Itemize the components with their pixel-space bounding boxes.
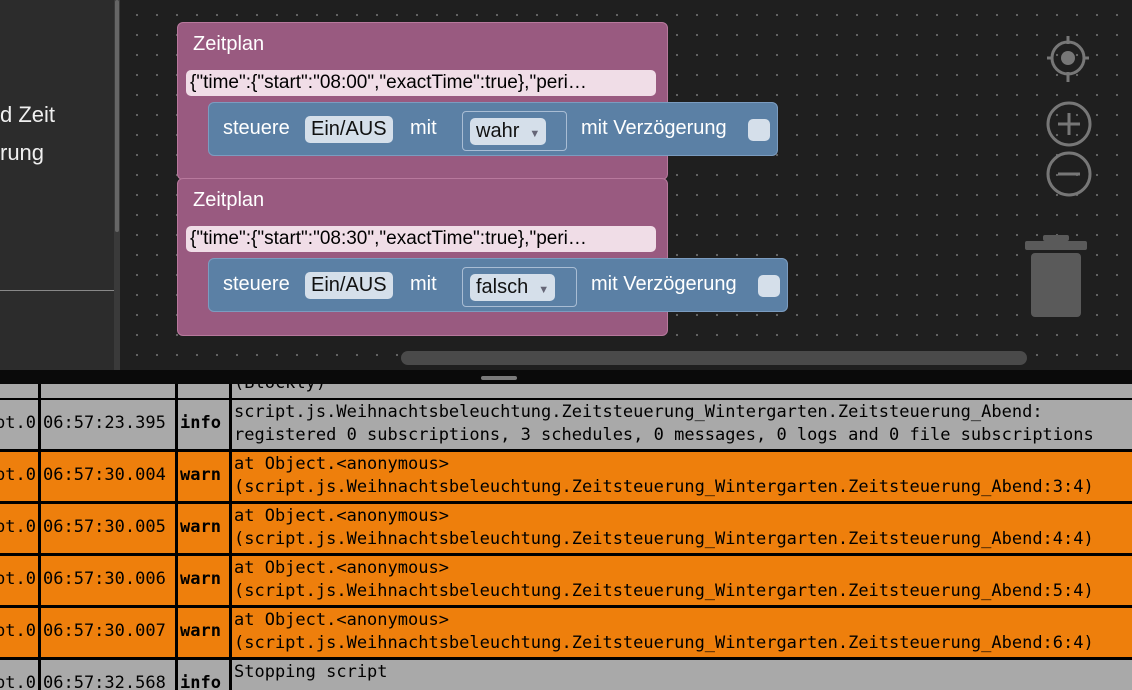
- target-object-field[interactable]: Ein/AUS: [305, 116, 393, 143]
- boolean-dropdown[interactable]: falsch ▼: [470, 274, 556, 301]
- schedule-json-field[interactable]: {"time":{"start":"08:30","exactTime":tru…: [186, 226, 656, 252]
- log-message-line1: at Object.<anonymous>: [234, 610, 449, 630]
- log-table: (Blockly) pt.0 06:57:23.395 info script.…: [0, 384, 1132, 690]
- value-input-slot: wahr ▼: [462, 111, 567, 151]
- workspace-horizontal-scrollbar[interactable]: [401, 351, 1027, 365]
- log-time: 06:57:23.395: [43, 413, 166, 433]
- log-message-line2: registered 0 subscriptions, 3 schedules,…: [234, 425, 1094, 445]
- schedule-block[interactable]: Zeitplan {"time":{"start":"08:00","exact…: [177, 22, 778, 180]
- log-time: 06:57:30.007: [43, 621, 166, 641]
- delay-checkbox[interactable]: [748, 119, 770, 141]
- schedule-json-field[interactable]: {"time":{"start":"08:00","exactTime":tru…: [186, 70, 656, 96]
- panel-resize-handle[interactable]: [0, 370, 1132, 384]
- scrollbar-thumb[interactable]: [115, 0, 119, 232]
- schedule-block[interactable]: Zeitplan {"time":{"start":"08:30","exact…: [177, 178, 788, 336]
- zoom-out-icon[interactable]: [1045, 151, 1093, 204]
- delay-label: mit Verzögerung: [591, 273, 737, 295]
- log-message-line2: (script.js.Weihnachtsbeleuchtung.Zeitste…: [234, 581, 1094, 601]
- script-tree-panel: d Zeit rung: [0, 0, 114, 370]
- control-block[interactable]: steuere Ein/AUS mit wahr ▼ mit Verzögerun…: [208, 102, 778, 156]
- log-severity: info: [180, 413, 221, 433]
- log-message-line2: (script.js.Weihnachtsbeleuchtung.Zeitste…: [234, 633, 1094, 653]
- log-source: pt.0: [0, 465, 36, 485]
- table-row: pt.0 06:57:32.568 info Stopping script: [0, 660, 1132, 690]
- dropdown-arrow-icon: ▼: [538, 284, 550, 296]
- log-time: 06:57:30.006: [43, 569, 166, 589]
- schedule-block-title: Zeitplan: [193, 189, 265, 211]
- table-row: pt.0 06:57:30.007 warn at Object.<anonym…: [0, 608, 1132, 657]
- with-label: mit: [410, 117, 437, 139]
- log-source: pt.0: [0, 517, 36, 537]
- log-message-line2: (script.js.Weihnachtsbeleuchtung.Zeitste…: [234, 477, 1094, 497]
- script-tree-item-text[interactable]: rung: [0, 140, 44, 166]
- boolean-value: falsch: [476, 276, 529, 298]
- log-message-line1: at Object.<anonymous>: [234, 506, 449, 526]
- recenter-icon[interactable]: [1047, 36, 1089, 87]
- blockly-workspace[interactable]: Zeitplan {"time":{"start":"08:00","exact…: [120, 0, 1132, 370]
- log-severity: warn: [180, 621, 221, 641]
- table-row: pt.0 06:57:30.004 warn at Object.<anonym…: [0, 452, 1132, 501]
- table-row: pt.0 06:57:23.395 info script.js.Weihnac…: [0, 400, 1132, 449]
- log-message-line1: at Object.<anonymous>: [234, 558, 449, 578]
- log-message-line1: Stopping script: [234, 662, 388, 682]
- target-object-field[interactable]: Ein/AUS: [305, 272, 393, 299]
- log-severity: warn: [180, 569, 221, 589]
- schedule-block-title: Zeitplan: [193, 33, 265, 55]
- boolean-dropdown[interactable]: wahr ▼: [470, 118, 547, 145]
- log-source: pt.0: [0, 673, 36, 690]
- table-row: pt.0 06:57:30.005 warn at Object.<anonym…: [0, 504, 1132, 553]
- log-time: 06:57:30.004: [43, 465, 166, 485]
- log-source: pt.0: [0, 413, 36, 433]
- table-row: pt.0 06:57:30.006 warn at Object.<anonym…: [0, 556, 1132, 605]
- log-source: pt.0: [0, 621, 36, 641]
- log-source: pt.0: [0, 569, 36, 589]
- log-message-line2: (script.js.Weihnachtsbeleuchtung.Zeitste…: [234, 529, 1094, 549]
- with-label: mit: [410, 273, 437, 295]
- script-tree-item-text[interactable]: d Zeit: [0, 102, 55, 128]
- log-message-line1: at Object.<anonymous>: [234, 454, 449, 474]
- log-severity: warn: [180, 517, 221, 537]
- log-row-partial: (Blockly): [0, 384, 1132, 398]
- control-label: steuere: [223, 273, 290, 295]
- trash-icon[interactable]: [1023, 235, 1089, 324]
- boolean-value: wahr: [476, 120, 520, 142]
- control-block[interactable]: steuere Ein/AUS mit falsch ▼ mit Verzöger…: [208, 258, 788, 312]
- value-input-slot: falsch ▼: [462, 267, 577, 307]
- log-time: 06:57:30.005: [43, 517, 166, 537]
- control-label: steuere: [223, 117, 290, 139]
- zoom-in-icon[interactable]: [1045, 101, 1093, 154]
- delay-checkbox[interactable]: [758, 275, 780, 297]
- log-time: 06:57:32.568: [43, 673, 166, 690]
- log-severity: warn: [180, 465, 221, 485]
- dropdown-arrow-icon: ▼: [529, 128, 541, 140]
- delay-label: mit Verzögerung: [581, 117, 727, 139]
- log-severity: info: [180, 673, 221, 690]
- log-message-line1: script.js.Weihnachtsbeleuchtung.Zeitsteu…: [234, 402, 1043, 422]
- drag-handle-icon[interactable]: [481, 376, 517, 380]
- log-message: (Blockly): [234, 384, 326, 395]
- panel-divider: [0, 290, 114, 291]
